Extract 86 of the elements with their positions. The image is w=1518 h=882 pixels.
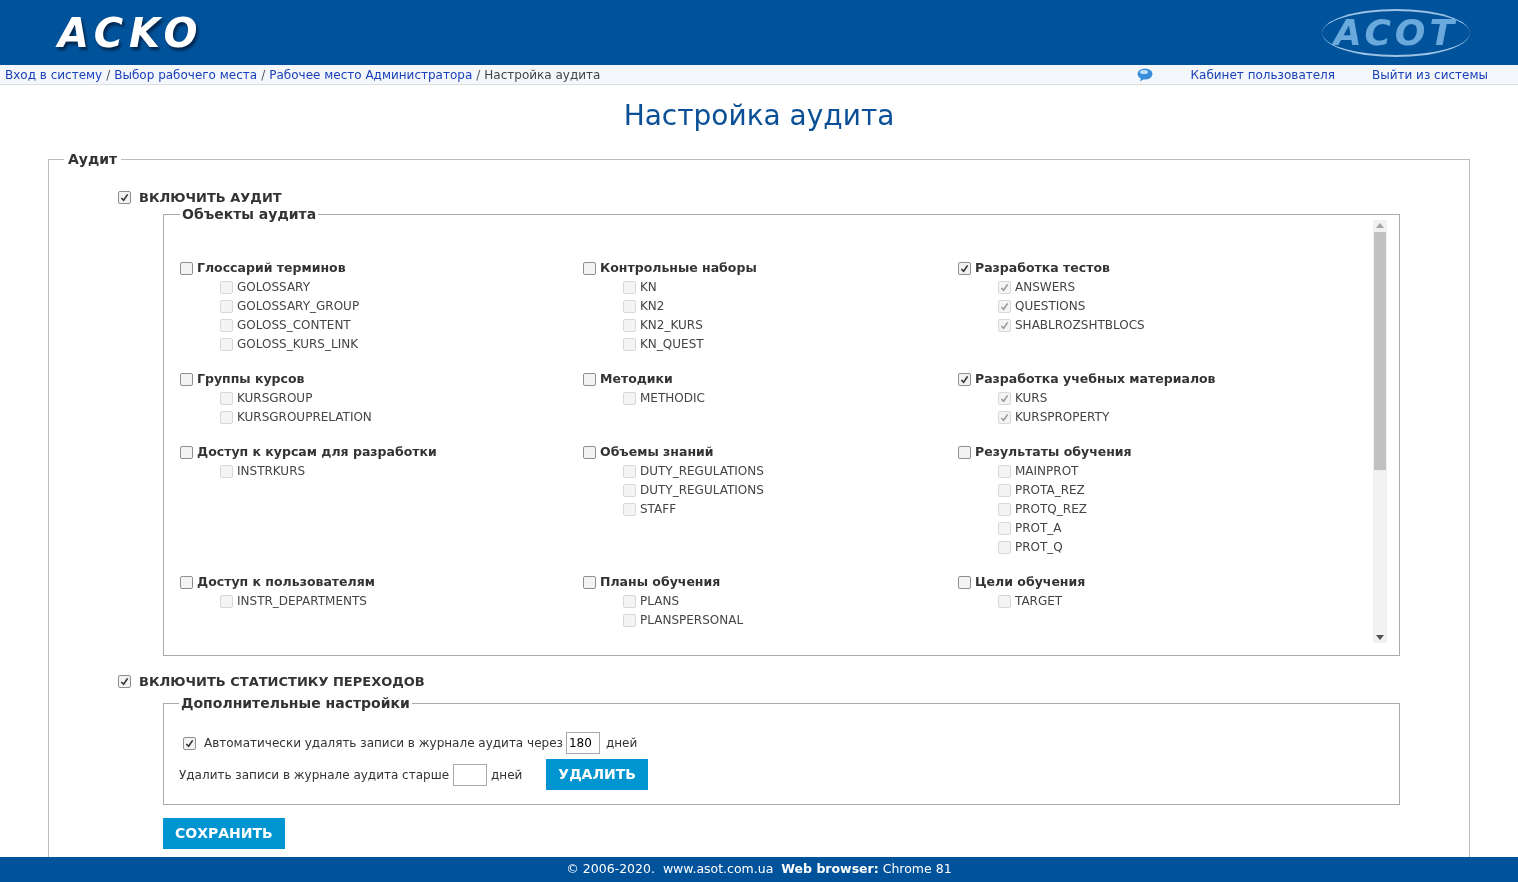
table-name-label: SHABLROZSHTBLOCS xyxy=(1015,317,1145,334)
checkbox[interactable] xyxy=(118,191,131,205)
checkbox[interactable] xyxy=(180,575,193,589)
table-name-label: KURSGROUPRELATION xyxy=(237,409,372,426)
table-name-label: INSTRKURS xyxy=(237,463,306,480)
fieldset-legend: Аудит xyxy=(64,149,122,170)
scroll-up-icon[interactable] xyxy=(1376,222,1384,228)
table-name-label: DUTY_REGULATIONS xyxy=(640,463,764,480)
checkmark-icon xyxy=(960,263,969,273)
setting-label: Удалить записи в журнале аудита старше xyxy=(179,766,449,784)
group-label: Глоссарий терминов xyxy=(197,258,346,277)
group-label: Контрольные наборы xyxy=(600,258,757,277)
checkmark-icon xyxy=(120,193,129,203)
scroll-down-icon[interactable] xyxy=(1376,634,1384,640)
checkbox-label: ВКЛЮЧИТЬ СТАТИСТИКУ ПЕРЕХОДОВ xyxy=(139,672,425,691)
table-name-label: DUTY_REGULATIONS xyxy=(640,482,764,499)
chat-bubble-icon[interactable] xyxy=(1136,67,1153,82)
breadcrumb-link[interactable]: Рабочее место Администратора xyxy=(269,65,473,84)
page-title: Настройка аудита xyxy=(623,98,895,134)
table-name-label: GOLOSSARY xyxy=(237,279,310,296)
scrollbar[interactable] xyxy=(1373,219,1387,643)
table-name-label: GOLOSS_CONTENT xyxy=(237,317,351,334)
group-label: Доступ к пользователям xyxy=(197,572,375,591)
checkbox[interactable] xyxy=(583,372,596,386)
table-name-label: KURSGROUP xyxy=(237,390,313,407)
breadcrumb-link[interactable]: Вход в систему xyxy=(5,65,103,84)
group-label: Объемы знаний xyxy=(600,442,714,461)
header-link[interactable]: Кабинет пользователя xyxy=(1190,65,1335,84)
table-name-label: TARGET xyxy=(1015,593,1063,610)
group-label: Цели обучения xyxy=(975,572,1086,591)
table-name-label: INSTR_DEPARTMENTS xyxy=(237,593,367,610)
days-input[interactable]: 180 xyxy=(565,732,600,754)
table-name-label: PROT_A xyxy=(1015,520,1062,537)
breadcrumb-separator: / xyxy=(260,66,267,84)
group-label: Планы обучения xyxy=(600,572,721,591)
table-name-label: PLANS xyxy=(640,593,679,610)
group-label: Разработка тестов xyxy=(975,258,1110,277)
unit-label: дней xyxy=(605,735,638,752)
checkbox[interactable] xyxy=(183,736,196,750)
footer-text: © 2006-2020. www.asot.com.ua Web browser: Chrome 81 xyxy=(566,860,952,879)
group-label: Доступ к курсам для разработки xyxy=(197,442,437,461)
table-name-label: KN2 xyxy=(640,298,665,315)
checkbox[interactable] xyxy=(583,445,596,459)
header-link[interactable]: Выйти из системы xyxy=(1372,65,1488,84)
table-name-label: PROTA_REZ xyxy=(1015,482,1085,499)
table-name-label: KN xyxy=(640,279,657,296)
breadcrumb-separator: / xyxy=(475,66,482,84)
checkmark-icon xyxy=(120,676,129,686)
days-input[interactable] xyxy=(453,763,487,786)
breadcrumb-current: Настройка аудита xyxy=(484,66,601,84)
breadcrumb-separator: / xyxy=(105,66,112,84)
checkbox[interactable] xyxy=(180,372,193,386)
group-label: Методики xyxy=(600,369,673,388)
table-name-label: PROT_Q xyxy=(1015,539,1063,556)
table-name-label: PLANSPERSONAL xyxy=(640,612,744,629)
table-name-label: KURSPROPERTY xyxy=(1015,409,1110,426)
unit-label: дней xyxy=(491,766,523,784)
table-name-label: GOLOSS_KURS_LINK xyxy=(237,336,359,353)
checkbox[interactable] xyxy=(180,445,193,459)
checkmark-icon xyxy=(185,738,194,748)
table-name-label: KN2_KURS xyxy=(640,317,703,334)
table-name-label: STAFF xyxy=(640,501,677,518)
fieldset-legend: Дополнительные настройки xyxy=(179,693,412,714)
checkbox[interactable] xyxy=(180,261,193,275)
checkbox[interactable] xyxy=(583,575,596,589)
checkbox[interactable] xyxy=(583,261,596,275)
table-name-label: KURS xyxy=(1015,390,1048,407)
checkbox[interactable] xyxy=(118,674,131,688)
table-name-label: ANSWERS xyxy=(1015,279,1076,296)
checkbox[interactable] xyxy=(958,261,971,275)
setting-label: Автоматически удалять записи в журнале аудита через xyxy=(204,735,563,752)
group-label: Разработка учебных материалов xyxy=(975,369,1216,388)
scrollbar-thumb[interactable] xyxy=(1374,231,1386,470)
table-name-label: MAINPROT xyxy=(1015,463,1079,480)
checkbox[interactable] xyxy=(958,575,971,589)
table-name-label: GOLOSSARY_GROUP xyxy=(237,298,360,315)
table-name-label: QUESTIONS xyxy=(1015,298,1086,315)
checkbox[interactable] xyxy=(958,445,971,459)
table-name-label: KN_QUEST xyxy=(640,336,704,353)
table-name-label: METHODIC xyxy=(640,390,705,407)
group-label: Результаты обучения xyxy=(975,442,1132,461)
group-label: Группы курсов xyxy=(197,369,305,388)
checkmark-icon xyxy=(960,374,969,384)
checkbox[interactable] xyxy=(958,372,971,386)
breadcrumb-link[interactable]: Выбор рабочего места xyxy=(114,65,258,84)
table-name-label: PROTQ_REZ xyxy=(1015,501,1087,518)
